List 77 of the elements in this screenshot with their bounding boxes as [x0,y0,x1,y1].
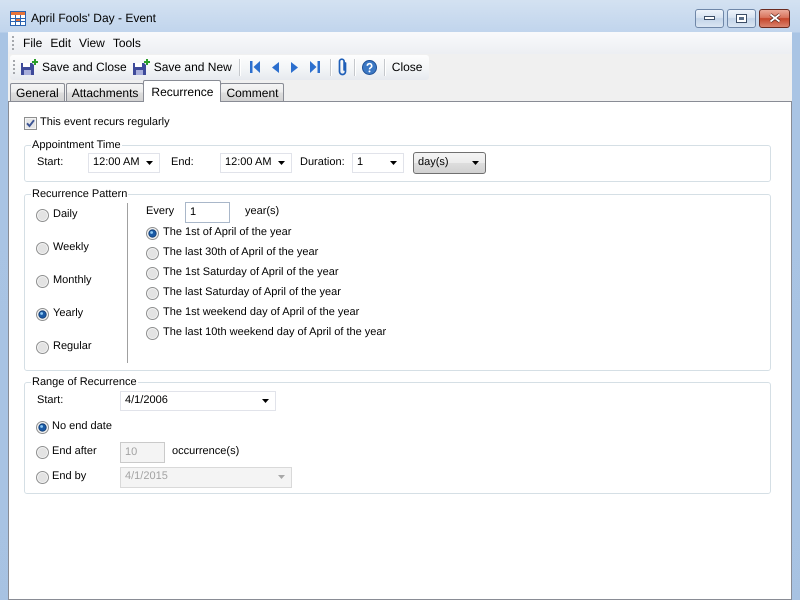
frequency-radio[interactable] [36,242,49,254]
right-triangle-icon[interactable] [290,62,298,72]
interval-input[interactable]: 1 [185,202,230,222]
caret-icon [278,475,285,479]
frequency-label[interactable]: Yearly [53,307,84,321]
caret-icon [278,161,285,165]
caret-icon [262,399,269,403]
grip-icon[interactable] [12,36,15,50]
option-radio[interactable] [146,246,159,260]
tab[interactable]: Comment [220,83,284,101]
frequency-label[interactable]: Weekly [53,241,89,255]
save-button[interactable]: Save and New [130,56,235,78]
menu-item[interactable]: Tools [108,35,145,51]
left-triangle-icon[interactable] [272,62,279,72]
skip-end-icon[interactable] [310,61,320,73]
tab[interactable]: General [10,83,65,101]
end-option-label[interactable]: No end date [52,420,120,434]
option-radio[interactable] [146,266,159,280]
frequency-radio[interactable] [36,208,49,222]
group-title: Range of Recurrence [31,376,138,388]
unit-dropdown[interactable]: day(s) [413,152,486,174]
tab[interactable]: Recurrence [143,80,222,102]
field-label: Duration: [300,156,346,170]
option-label[interactable]: The 1st of April of the year [163,226,292,240]
checkbox-label[interactable]: This event recurs regularly [40,116,170,130]
window-close-button[interactable] [759,8,790,28]
option-label[interactable]: The last 30th of April of the year [163,246,318,260]
help-icon[interactable] [362,60,377,74]
option-radio[interactable] [146,226,159,240]
time-dropdown[interactable]: 12:00 AM [88,153,160,173]
time-dropdown[interactable]: 12:00 AM [220,153,292,173]
option-label[interactable]: The last 10th weekend day of April of the year [163,326,386,340]
minimize-button[interactable] [695,8,724,28]
unit-label: occurrence(s) [172,445,240,459]
duration-dropdown[interactable]: 1 [352,153,404,173]
tab[interactable]: Attachments [66,83,144,101]
unit-label: year(s) [245,205,280,219]
frequency-radio[interactable] [36,308,49,320]
save-icon [21,59,38,75]
frequency-label[interactable]: Regular [53,340,92,354]
field-label: Every [146,205,176,219]
maximize-icon [736,14,747,22]
skip-start-icon[interactable] [250,61,260,73]
caret-icon [390,161,397,165]
group-title: Appointment Time [31,139,122,151]
calendar-grid-icon [10,10,26,26]
menu-item[interactable]: Edit [46,35,76,51]
field-label: End: [171,156,195,170]
option-radio[interactable] [146,286,159,300]
caret-icon [472,161,479,165]
option-label[interactable]: The 1st weekend day of April of the year [163,306,360,320]
save-button[interactable]: Save and Close [18,56,130,78]
save-icon [132,59,150,75]
option-label[interactable]: The 1st Saturday of April of the year [163,266,338,280]
close-button[interactable]: Close [388,56,426,78]
option-label[interactable]: The last Saturday of April of the year [163,286,341,300]
frequency-radio[interactable] [36,340,49,354]
frequency-label[interactable]: Monthly [53,274,92,288]
date-dropdown[interactable]: 4/1/2006 [120,391,276,411]
frequency-radio[interactable] [36,274,49,288]
menu-item[interactable]: File [19,35,46,51]
menu-item[interactable]: View [75,35,109,51]
field-label: Start: [37,394,64,408]
checkbox[interactable] [24,116,37,130]
caret-icon [146,161,153,165]
option-radio[interactable] [146,326,159,340]
close-icon [768,13,780,23]
frequency-label[interactable]: Daily [53,208,78,222]
paperclip-icon[interactable] [336,58,348,76]
group-title: Recurrence Pattern [31,188,128,200]
window-title: April Fools' Day - Event [31,10,156,26]
end-option-radio[interactable] [36,420,49,434]
minimize-icon [704,16,715,20]
maximize-button[interactable] [727,8,756,28]
grip-icon[interactable] [13,60,16,74]
field-label: Start: [37,156,64,170]
option-radio[interactable] [146,306,159,320]
